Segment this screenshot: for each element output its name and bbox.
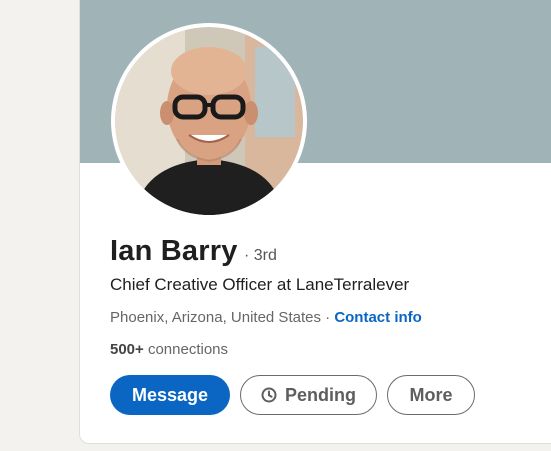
profile-photo[interactable] [111,23,307,219]
location-separator: · [320,309,335,326]
profile-headline: Chief Creative Officer at LaneTerralever [110,275,410,294]
message-button[interactable]: Message [110,375,230,415]
location-row: Phoenix, Arizona, United States · Contac… [110,309,422,326]
profile-location: Phoenix, Arizona, United States [110,309,321,326]
connections-label: connections [143,341,229,358]
profile-card: Ian Barry · 3rd Chief Creative Officer a… [79,0,551,444]
pending-button[interactable]: Pending [240,375,377,415]
pending-label: Pending [285,384,356,405]
connections-number: 500+ [110,341,144,358]
connection-degree: · 3rd [243,247,277,264]
connections-count[interactable]: 500+ connections [110,341,228,358]
contact-info-link[interactable]: Contact info [334,309,422,326]
name-row: Ian Barry · 3rd [110,235,277,268]
clock-icon [261,387,277,403]
profile-name: Ian Barry [110,235,238,267]
more-button[interactable]: More [387,375,475,415]
avatar [115,27,303,215]
